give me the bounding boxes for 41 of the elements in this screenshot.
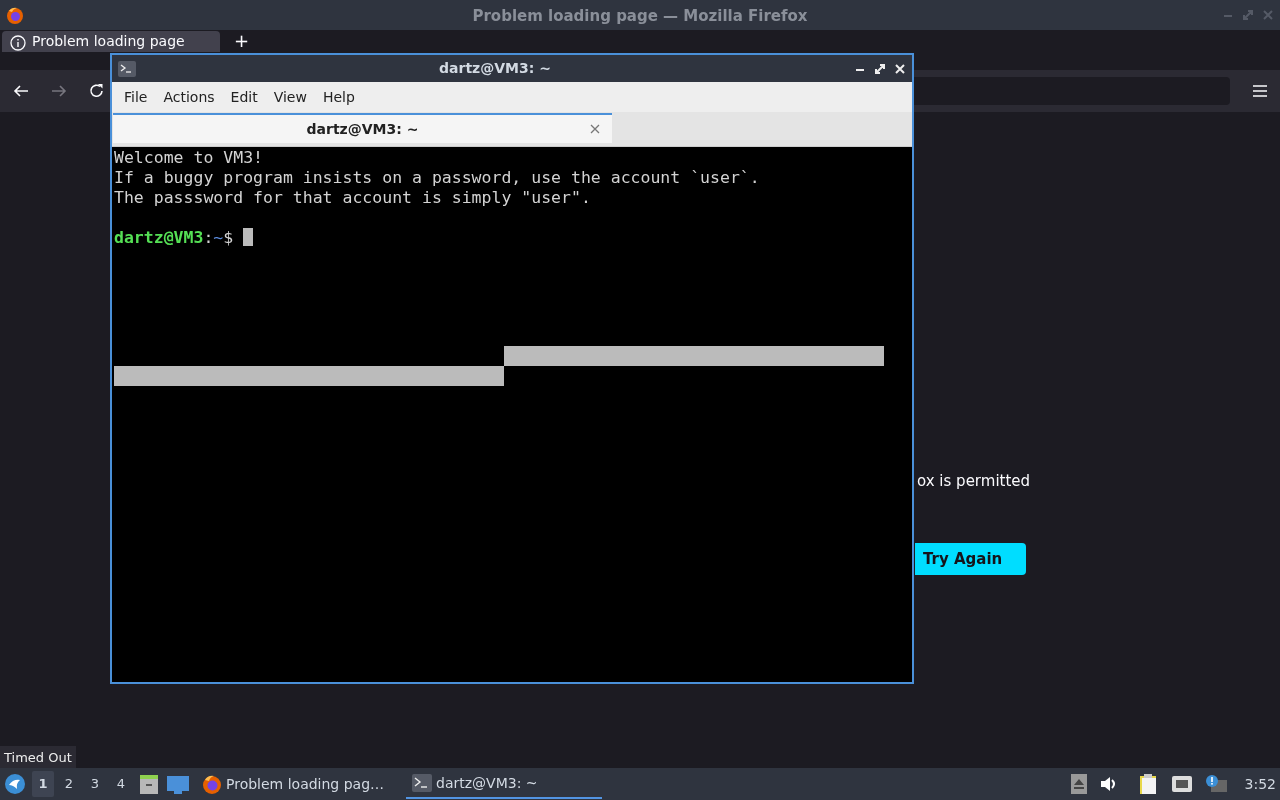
window-title: dartz@VM3: ~ [438, 59, 552, 78]
menu-item[interactable]: Edit [222, 84, 266, 110]
menu-item[interactable]: View [265, 84, 315, 110]
terminal-output-line: If a buggy program insists on a password, use the account `user`. [114, 168, 761, 188]
terminal-icon [118, 60, 136, 77]
taskbar-task[interactable]: dartz@VM3: ~ [406, 769, 603, 799]
reload-icon[interactable] [88, 82, 106, 100]
tooltip: Timed Out [0, 746, 76, 768]
new-tab-button[interactable]: + [234, 31, 250, 51]
browser-tab[interactable]: Problem loading page [2, 31, 220, 52]
error-message: ox is permitted [917, 471, 1031, 492]
browser-logo-icon [6, 6, 24, 24]
start-menu-icon[interactable] [4, 773, 26, 795]
network-icon[interactable] [1170, 774, 1193, 794]
workspace-button[interactable]: 3 [84, 771, 106, 797]
terminal-icon [412, 774, 433, 792]
notification-icon[interactable] [1204, 774, 1227, 794]
text-cursor [243, 228, 254, 246]
menu-item[interactable]: File [116, 84, 156, 110]
menu-item[interactable]: Help [314, 84, 363, 110]
menu-icon[interactable] [1252, 84, 1268, 98]
file-cabinet-icon[interactable] [138, 773, 160, 795]
url-field[interactable] [912, 77, 1230, 105]
menu-item[interactable]: Actions [155, 84, 223, 110]
workspace-button[interactable]: 4 [110, 771, 132, 797]
desktop-icon[interactable] [166, 773, 190, 795]
shell-prompt: dartz@VM3:~$ [114, 228, 910, 248]
taskbar-task[interactable]: Problem loading pag… [196, 769, 391, 799]
close-icon [590, 124, 600, 134]
try-again-button[interactable]: Try Again [915, 543, 1026, 575]
workspace-button[interactable]: 1 [32, 771, 54, 797]
browser-logo-icon [202, 774, 222, 794]
terminal-output-line: The passsword for that account is simply "user". [114, 188, 592, 208]
window-title: Problem loading page — Mozilla Firefox [472, 6, 808, 27]
eject-icon[interactable] [1070, 774, 1087, 794]
terminal-tab[interactable]: dartz@VM3: ~ [113, 113, 612, 143]
terminal-output-line: Welcome to VM3! [114, 148, 264, 168]
workspace-button[interactable]: 2 [58, 771, 80, 797]
clipboard-icon[interactable] [1138, 773, 1159, 795]
clock[interactable]: 3:52 [1244, 773, 1276, 795]
info-icon [10, 34, 26, 51]
